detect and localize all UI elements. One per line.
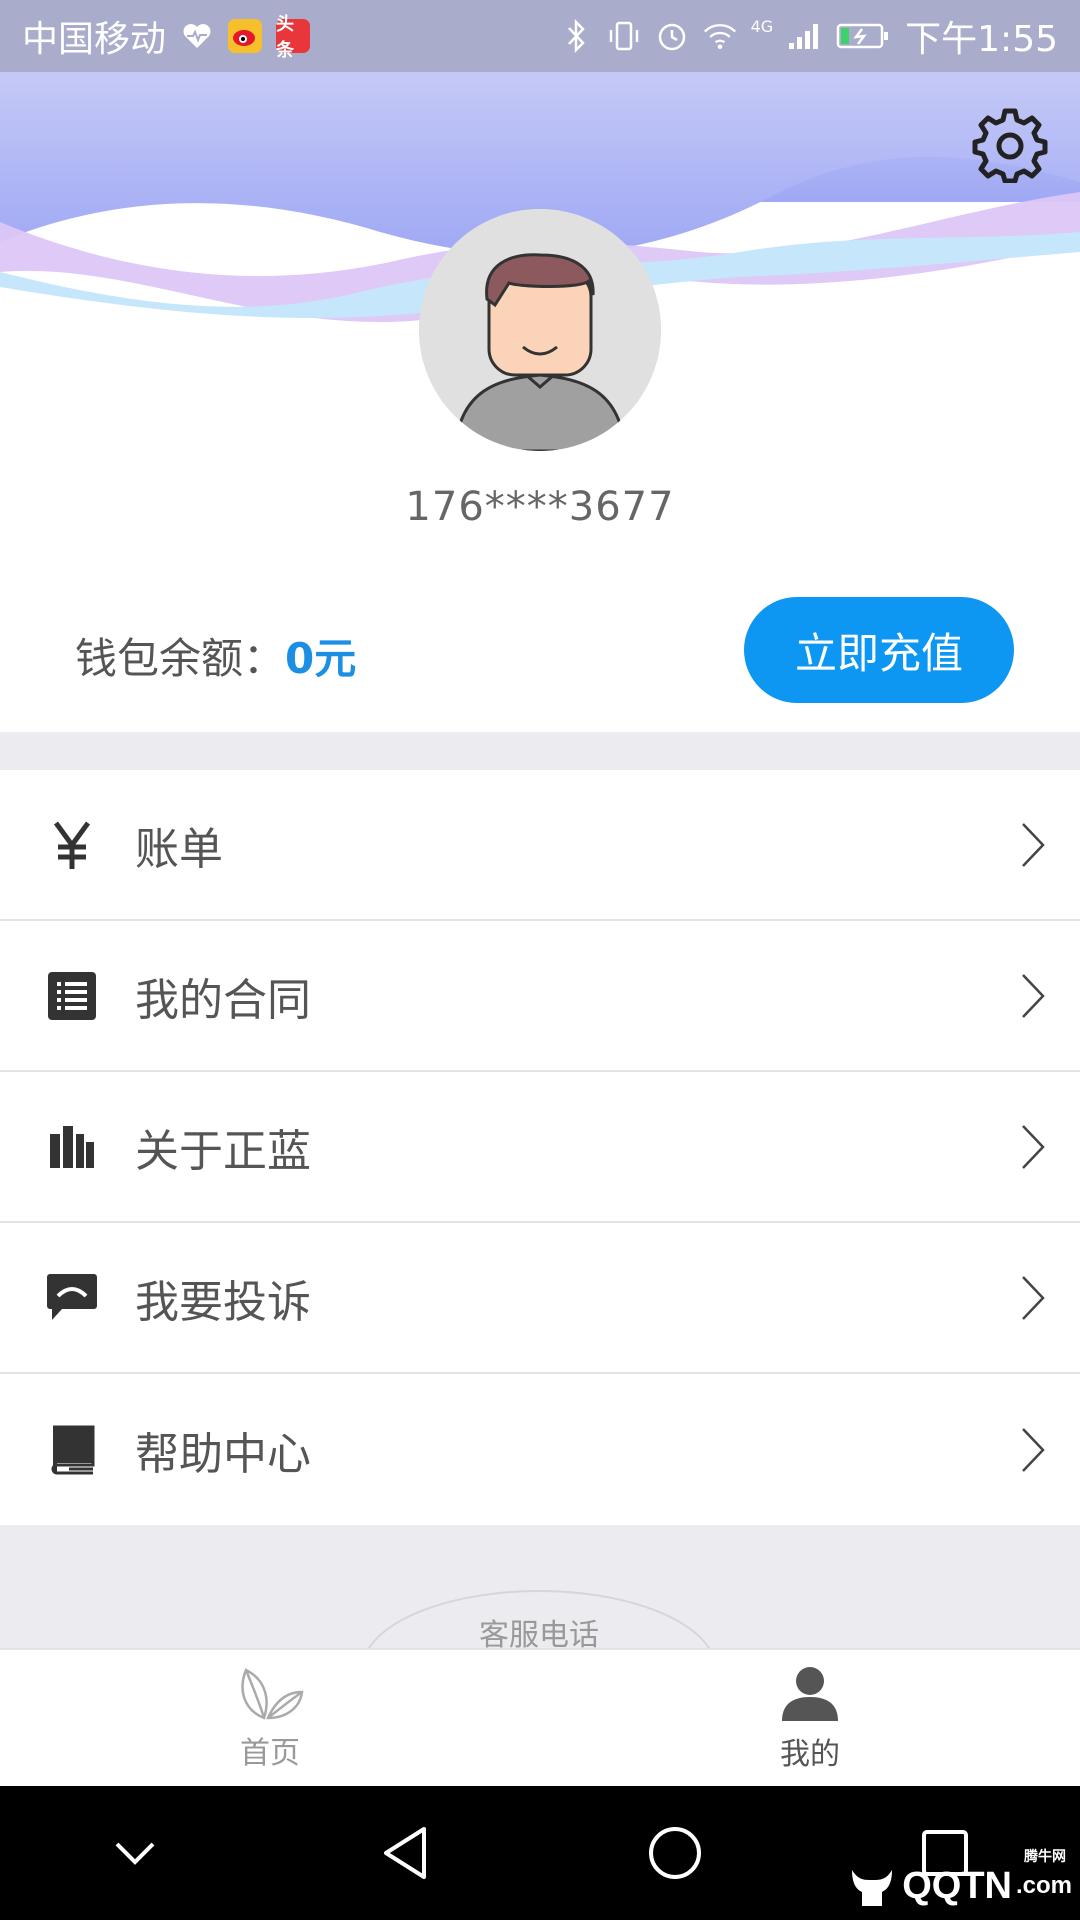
- toutiao-badge-text: 头条: [276, 14, 295, 61]
- bull-logo-icon: [852, 1870, 893, 1906]
- contract-list-icon: [46, 970, 98, 1022]
- menu-item-complaint[interactable]: 我要投诉: [0, 1223, 1080, 1374]
- menu-item-label: 我的合同: [135, 974, 311, 1026]
- status-bar-right: 4G 下午1:55: [559, 10, 1058, 62]
- menu-item-bills[interactable]: 账单: [0, 770, 1080, 921]
- wallet-balance-label: 钱包余额：: [75, 634, 286, 683]
- chevron-right-icon: [1018, 1122, 1048, 1172]
- menu-item-help[interactable]: 帮助中心: [0, 1374, 1080, 1525]
- nav-home-button[interactable]: [630, 1808, 720, 1898]
- tab-mine[interactable]: 我的: [540, 1650, 1080, 1788]
- chevron-right-icon: [1018, 971, 1048, 1021]
- bar-chart-icon: [46, 1121, 98, 1173]
- chevron-right-icon: [1018, 1425, 1048, 1475]
- tab-home[interactable]: 首页: [0, 1650, 540, 1788]
- carrier-name: 中国移动: [22, 19, 167, 60]
- menu-item-about[interactable]: 关于正蓝: [0, 1072, 1080, 1223]
- status-bar: 中国移动 头条 4G 下午1:55: [0, 0, 1080, 72]
- person-icon: [782, 1667, 838, 1721]
- avatar-illustration: [419, 209, 661, 451]
- chevron-right-icon: [1018, 820, 1048, 870]
- avatar[interactable]: [419, 209, 661, 451]
- tab-label: 我的: [780, 1737, 840, 1772]
- chat-bubble-icon: [46, 1272, 98, 1324]
- wifi-icon: [703, 19, 737, 53]
- nav-back-button[interactable]: [360, 1808, 450, 1898]
- wallet-balance-amount: 0元: [285, 634, 357, 683]
- network-type: 4G: [750, 16, 774, 36]
- menu-list: 账单 我的合同 关于正蓝 我要投诉 帮助中心: [0, 770, 1080, 1525]
- yen-icon: [46, 819, 98, 871]
- wallet-balance: 钱包余额：0元: [75, 625, 356, 686]
- signal-icon: [787, 19, 821, 53]
- book-icon: [46, 1424, 98, 1476]
- toutiao-app-icon: 头条: [276, 14, 311, 61]
- tab-label: 首页: [240, 1736, 300, 1771]
- user-phone-number: 176****3677: [405, 484, 675, 530]
- gear-icon: [972, 108, 1048, 183]
- leaf-icon: [241, 1668, 304, 1720]
- watermark-suffix: .com: [1015, 1872, 1072, 1899]
- weibo-app-icon: [228, 19, 263, 53]
- health-heart-icon: [180, 19, 214, 53]
- battery-charging-icon: [835, 19, 891, 53]
- settings-gear-button[interactable]: [968, 102, 1052, 186]
- watermark-small-text: 腾牛网: [1024, 1848, 1066, 1864]
- vibrate-icon: [607, 19, 641, 53]
- menu-item-label: 帮助中心: [135, 1428, 311, 1480]
- nav-collapse-button[interactable]: [90, 1808, 180, 1898]
- watermark-brand: QQTN: [902, 1864, 1012, 1907]
- profile-header: 176****3677 钱包余额：0元 立即充值: [0, 72, 1080, 732]
- status-bar-left: 中国移动 头条: [22, 10, 311, 62]
- qqtn-watermark-logo: QQTN .com 腾牛网: [846, 1848, 1072, 1912]
- bottom-tab-bar: 首页 我的: [0, 1648, 1080, 1788]
- menu-item-label: 账单: [135, 823, 223, 875]
- menu-item-label: 关于正蓝: [135, 1125, 311, 1177]
- bluetooth-icon: [559, 19, 593, 53]
- recharge-button[interactable]: 立即充值: [744, 597, 1014, 703]
- chevron-right-icon: [1018, 1273, 1048, 1323]
- menu-item-contracts[interactable]: 我的合同: [0, 921, 1080, 1072]
- chevron-down-icon: [115, 1842, 155, 1865]
- home-circle-icon: [649, 1827, 701, 1879]
- menu-item-label: 我要投诉: [135, 1276, 311, 1328]
- alarm-icon: [655, 19, 689, 53]
- clock-time: 下午1:55: [905, 19, 1058, 60]
- back-triangle-icon: [384, 1827, 426, 1879]
